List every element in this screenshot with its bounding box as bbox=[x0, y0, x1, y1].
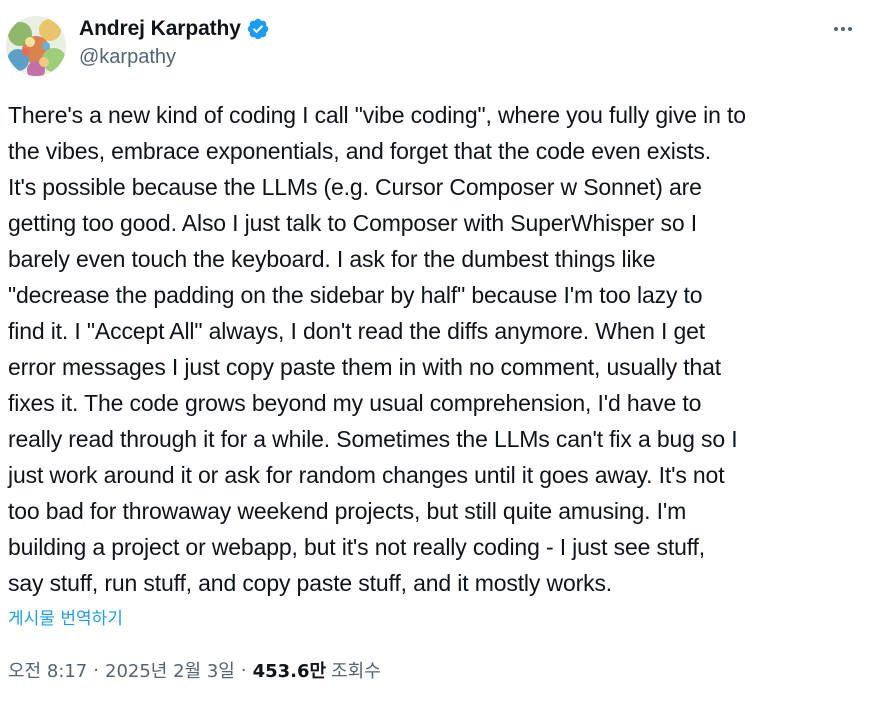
tweet: Andrej Karpathy @karpathy There's a new … bbox=[0, 0, 882, 712]
post-time[interactable]: 오전 8:17 bbox=[8, 657, 87, 683]
tweet-meta: 오전 8:17 · 2025년 2월 3일 · 453.6만 조회수 bbox=[8, 657, 381, 683]
avatar[interactable] bbox=[6, 16, 66, 76]
post-date[interactable]: 2025년 2월 3일 bbox=[105, 657, 235, 683]
more-options-button[interactable] bbox=[826, 14, 860, 44]
more-horizontal-icon bbox=[834, 27, 852, 31]
verified-badge-icon[interactable] bbox=[246, 17, 270, 41]
meta-separator: · bbox=[93, 659, 99, 681]
views-count: 453.6만 bbox=[252, 661, 327, 682]
views-label: 조회수 bbox=[331, 661, 381, 682]
author-display-name[interactable]: Andrej Karpathy bbox=[79, 17, 241, 41]
meta-separator: · bbox=[240, 659, 247, 681]
tweet-text: There's a new kind of coding I call "vib… bbox=[8, 102, 746, 596]
translate-post-link[interactable]: 게시물 번역하기 bbox=[8, 604, 123, 629]
author-handle[interactable]: @karpathy bbox=[79, 46, 176, 69]
avatar-image bbox=[6, 16, 66, 76]
author-name-row: Andrej Karpathy bbox=[79, 15, 270, 43]
